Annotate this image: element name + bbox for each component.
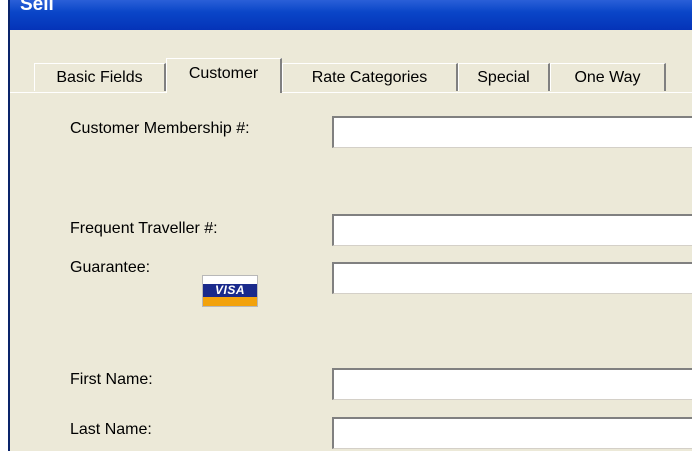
frequent-traveller-label: Frequent Traveller #: (70, 220, 218, 237)
guarantee-label: Guarantee: (70, 259, 151, 276)
last-name-label: Last Name: (70, 421, 152, 438)
tab-rate-categories[interactable]: Rate Categories (282, 63, 458, 91)
tab-strip: Basic Fields Customer Rate Categories Sp… (10, 58, 692, 93)
window-title: Sell (20, 0, 54, 15)
guarantee-input[interactable] (332, 262, 692, 294)
tab-panel-border (10, 92, 692, 93)
last-name-input[interactable] (332, 417, 692, 449)
tab-basic-fields[interactable]: Basic Fields (34, 63, 166, 91)
tab-special[interactable]: Special (458, 63, 550, 91)
first-name-input[interactable] (332, 368, 692, 400)
customer-membership-label: Customer Membership #: (70, 120, 250, 137)
first-name-label: First Name: (70, 371, 153, 388)
frequent-traveller-input[interactable] (332, 214, 692, 246)
visa-card-icon: VISA (202, 275, 258, 307)
visa-card-text: VISA (214, 283, 245, 297)
title-bar[interactable]: Sell (10, 0, 692, 30)
tab-customer[interactable]: Customer (166, 58, 282, 93)
tab-one-way[interactable]: One Way (550, 63, 666, 91)
sell-window: Sell Basic Fields Customer Rate Categori… (8, 0, 692, 451)
customer-membership-input[interactable] (332, 116, 692, 148)
